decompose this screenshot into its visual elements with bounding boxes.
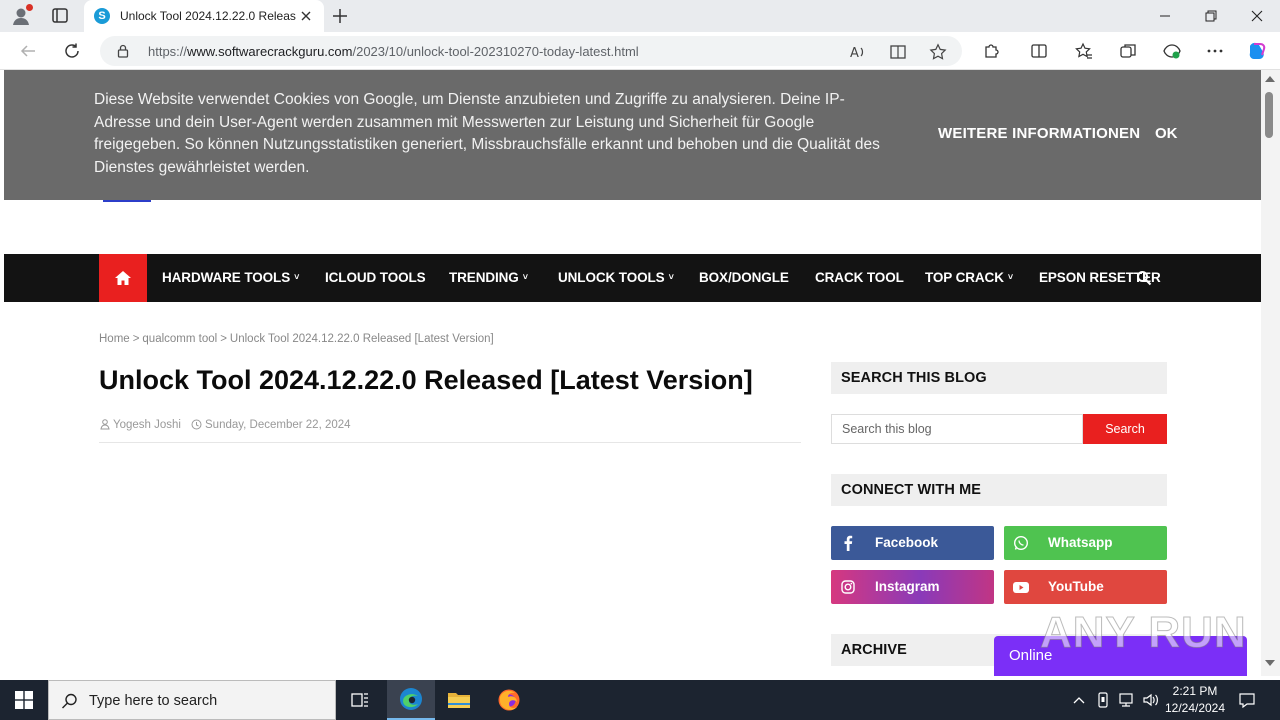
nav-item-hardware-tools[interactable]: HARDWARE TOOLS ˅ <box>162 270 299 285</box>
scroll-thumb[interactable] <box>1265 92 1273 138</box>
minimize-icon[interactable] <box>1142 0 1188 32</box>
facebook-icon <box>831 526 865 560</box>
nav-item-trending[interactable]: TRENDING ˅ <box>449 270 528 285</box>
clock-date: 12/24/2024 <box>1164 701 1226 715</box>
tab-title: Unlock Tool 2024.12.22.0 Release <box>120 9 296 23</box>
more-menu-icon[interactable] <box>1204 40 1226 62</box>
svg-text:A: A <box>850 46 859 61</box>
cookie-message: Diese Website verwendet Cookies von Goog… <box>94 91 880 176</box>
author-icon <box>100 419 110 433</box>
file-explorer-icon[interactable] <box>435 680 483 720</box>
search-widget-heading: SEARCH THIS BLOG <box>831 362 1167 394</box>
taskbar-search-box[interactable]: Type here to search <box>48 680 336 720</box>
blog-search-button[interactable]: Search <box>1083 414 1167 444</box>
edge-taskbar-icon[interactable] <box>387 680 435 720</box>
notification-dot <box>26 4 33 11</box>
youtube-icon <box>1004 570 1038 604</box>
tab-actions-icon[interactable] <box>48 6 72 26</box>
firefox-icon[interactable] <box>485 680 533 720</box>
extensions-icon[interactable] <box>980 40 1002 62</box>
post-title: Unlock Tool 2024.12.22.0 Released [Lates… <box>99 365 753 395</box>
breadcrumb: Home > qualcomm tool > Unlock Tool 2024.12.2… <box>99 333 494 345</box>
profile-avatar-icon[interactable] <box>10 4 33 27</box>
youtube-button[interactable]: YouTube <box>1004 570 1167 604</box>
split-screen-icon[interactable] <box>1028 40 1050 62</box>
nav-item-top-crack[interactable]: TOP CRACK ˅ <box>925 270 1013 285</box>
clock-time: 2:21 PM <box>1172 684 1218 698</box>
device-tray-icon[interactable] <box>1094 690 1112 710</box>
immersive-reader-icon[interactable] <box>888 42 908 62</box>
instagram-icon <box>831 570 865 604</box>
main-nav: HARDWARE TOOLS ˅ ICLOUD TOOLS TRENDING ˅ U… <box>4 254 1261 302</box>
nav-search-icon[interactable] <box>1136 270 1152 286</box>
browser-essentials-icon[interactable] <box>1161 40 1183 62</box>
windows-start-icon[interactable] <box>0 680 48 720</box>
page-viewport: Diese Website verwendet Cookies von Goog… <box>4 70 1261 676</box>
restore-icon[interactable] <box>1188 0 1234 32</box>
new-tab-icon[interactable] <box>330 6 350 26</box>
collections-icon[interactable] <box>1117 40 1139 62</box>
windows-taskbar: Type here to search 2:21 PM 12/24/2024 <box>0 680 1280 720</box>
taskbar-clock[interactable]: 2:21 PM 12/24/2024 <box>1158 683 1232 717</box>
network-icon[interactable] <box>1117 690 1137 710</box>
copilot-icon[interactable] <box>1246 40 1268 62</box>
notifications-icon[interactable] <box>1236 690 1258 710</box>
task-view-icon[interactable] <box>336 680 384 720</box>
post-meta: Yogesh Joshi Sunday, December 22, 2024 <box>100 419 351 433</box>
nav-item-unlock-tools[interactable]: UNLOCK TOOLS ˅ <box>558 270 674 285</box>
browser-toolbar: https://www.softwarecrackguru.com/2023/1… <box>0 32 1280 70</box>
nav-item-crack-tool[interactable]: CRACK TOOL <box>815 270 904 285</box>
connect-widget-heading: CONNECT WITH ME <box>831 474 1167 506</box>
site-favicon-icon: S <box>94 8 110 24</box>
blog-search-input[interactable] <box>832 415 1082 443</box>
tab-close-icon[interactable] <box>298 8 314 24</box>
taskbar-search-icon <box>61 692 79 710</box>
page-scrollbar[interactable] <box>1261 70 1280 676</box>
lock-icon[interactable] <box>116 44 130 58</box>
browser-tab-strip: S Unlock Tool 2024.12.22.0 Release <box>0 0 1280 32</box>
window-close-icon[interactable] <box>1234 0 1280 32</box>
post-divider <box>99 442 801 443</box>
facebook-button[interactable]: Facebook <box>831 526 994 560</box>
url-text[interactable]: https://www.softwarecrackguru.com/2023/1… <box>148 44 639 59</box>
show-hidden-icons-icon[interactable] <box>1070 690 1088 710</box>
nav-item-box-dongle[interactable]: BOX/DONGLE <box>699 270 789 285</box>
scroll-down-icon[interactable] <box>1265 660 1275 666</box>
nav-item-icloud-tools[interactable]: ICLOUD TOOLS <box>325 270 426 285</box>
breadcrumb-current: Unlock Tool 2024.12.22.0 Released [Lates… <box>229 333 494 345</box>
blog-search-field[interactable] <box>831 414 1083 444</box>
instagram-button[interactable]: Instagram <box>831 570 994 604</box>
post-date: Sunday, December 22, 2024 <box>205 419 351 431</box>
taskbar-search-placeholder: Type here to search <box>89 693 218 709</box>
back-icon[interactable] <box>17 40 39 62</box>
whatsapp-icon <box>1004 526 1038 560</box>
cookie-banner: Diese Website verwendet Cookies von Goog… <box>4 70 1261 200</box>
refresh-icon[interactable] <box>61 40 83 62</box>
scroll-up-icon[interactable] <box>1265 76 1275 82</box>
address-bar[interactable]: https://www.softwarecrackguru.com/2023/1… <box>100 36 962 66</box>
post-author[interactable]: Yogesh Joshi <box>113 419 181 431</box>
anyrun-watermark: ANY RUN <box>1040 608 1247 658</box>
cookie-more-info-link[interactable]: WEITERE INFORMATIONEN <box>938 125 1140 142</box>
whatsapp-button[interactable]: Whatsapp <box>1004 526 1167 560</box>
favorite-star-icon[interactable] <box>928 42 948 62</box>
favorites-icon[interactable] <box>1073 40 1095 62</box>
home-icon[interactable] <box>99 254 147 302</box>
cookie-ok-button[interactable]: OK <box>1155 125 1178 142</box>
browser-tab-active[interactable]: S Unlock Tool 2024.12.22.0 Release <box>84 0 324 32</box>
clock-icon <box>191 419 202 433</box>
breadcrumb-home-link[interactable]: Home <box>99 333 130 345</box>
breadcrumb-category-link[interactable]: qualcomm tool <box>142 333 217 345</box>
read-aloud-icon[interactable]: A <box>848 42 868 62</box>
